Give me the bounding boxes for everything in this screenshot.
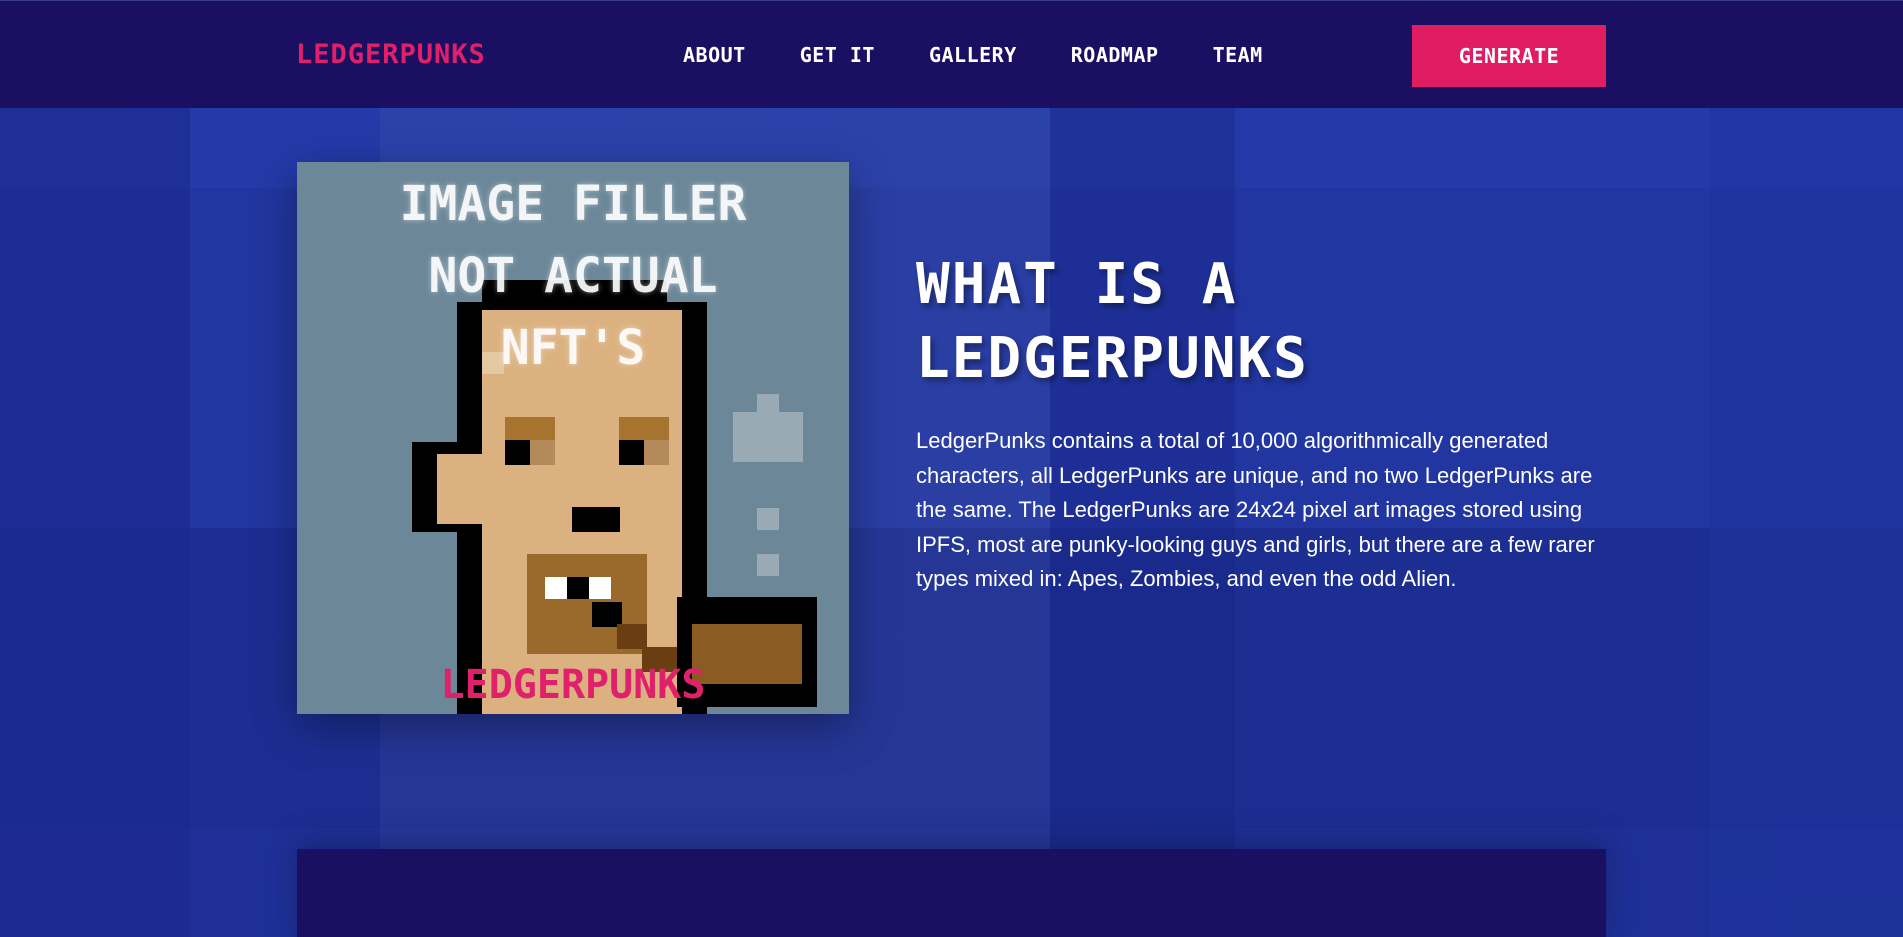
section-description: LedgerPunks contains a total of 10,000 a… [916, 428, 1595, 592]
brand-logo[interactable]: LEDGERPUNKS [296, 39, 486, 70]
image-filler-overlay: IMAGE FILLER NOT ACTUAL NFT'S [297, 168, 849, 384]
title-line: LEDGERPUNKS [916, 326, 1309, 391]
nav-link-about[interactable]: ABOUT [683, 43, 746, 67]
punk-preview-image: IMAGE FILLER NOT ACTUAL NFT'S LEDGERPUNK… [297, 162, 849, 714]
nav-link-gallery[interactable]: GALLERY [929, 43, 1017, 67]
nav-link-team[interactable]: TEAM [1213, 43, 1263, 67]
image-watermark: LEDGERPUNKS [440, 662, 706, 708]
top-navbar: LEDGERPUNKS ABOUT GET IT GALLERY ROADMAP… [0, 0, 1903, 108]
overlay-line: NOT ACTUAL [428, 248, 718, 304]
nav-link-get-it[interactable]: GET IT [800, 43, 875, 67]
nav-link-roadmap[interactable]: ROADMAP [1071, 43, 1159, 67]
next-section-panel [297, 849, 1606, 937]
overlay-line: IMAGE FILLER [399, 176, 747, 232]
section-title: WHAT IS A LEDGERPUNKS [916, 248, 1309, 396]
overlay-line: NFT'S [500, 320, 646, 376]
title-line: WHAT IS A [916, 252, 1238, 317]
generate-button[interactable]: GENERATE [1412, 25, 1606, 87]
main-menu: ABOUT GET IT GALLERY ROADMAP TEAM [683, 43, 1317, 67]
